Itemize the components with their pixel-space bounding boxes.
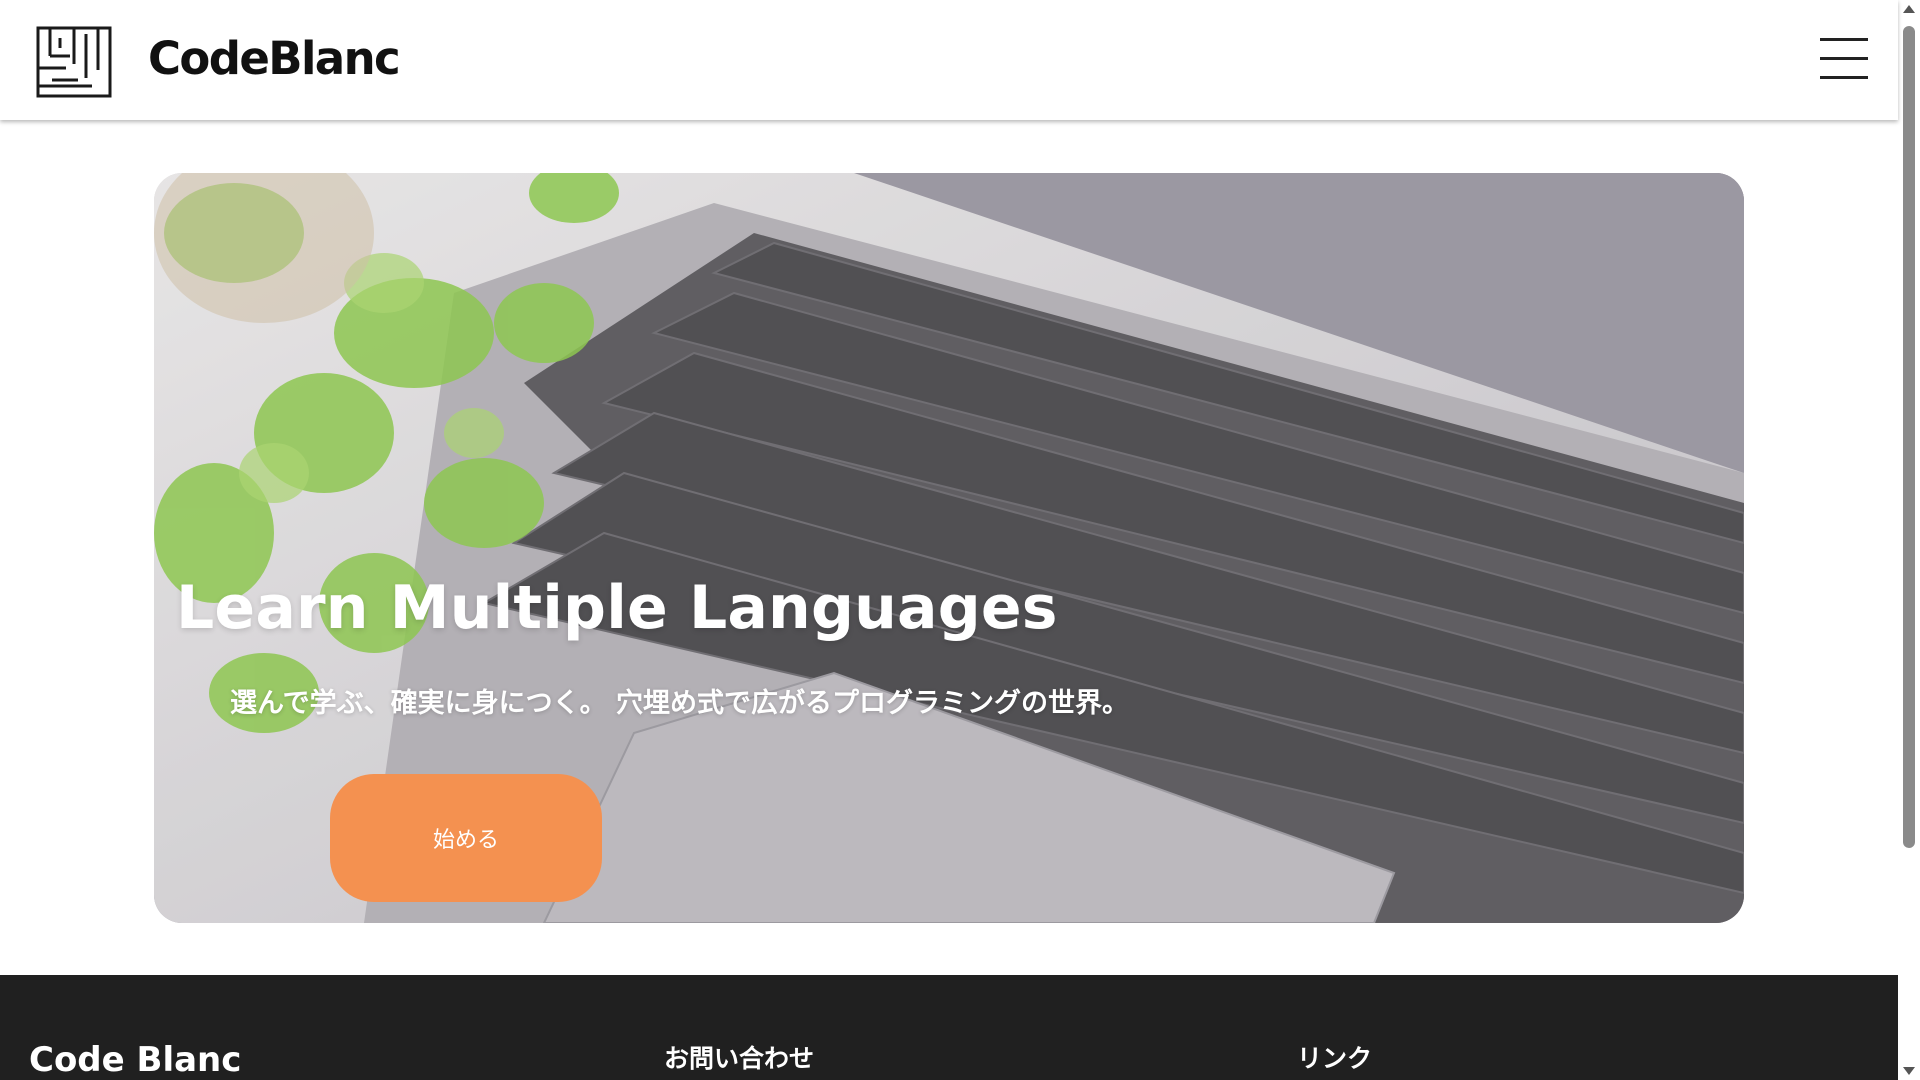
scroll-thumb[interactable]	[1903, 26, 1915, 848]
scroll-down-arrow-icon[interactable]	[1903, 1067, 1915, 1075]
hamburger-line	[1820, 38, 1868, 41]
hero-subtitle: 選んで学ぶ、確実に身につく。 穴埋め式で広がるプログラミングの世界。	[230, 688, 1130, 719]
hero-banner: Learn Multiple Languages 選んで学ぶ、確実に身につく。 …	[154, 173, 1744, 923]
site-footer: Code Blanc お問い合わせ リンク	[0, 975, 1898, 1080]
footer-contact-heading: お問い合わせ	[664, 1044, 815, 1073]
scroll-up-arrow-icon[interactable]	[1903, 5, 1915, 13]
hero-title: Learn Multiple Languages	[176, 573, 1058, 643]
site-header: CodeBlanc	[0, 0, 1898, 120]
hamburger-menu-icon[interactable]	[1820, 38, 1868, 80]
start-button[interactable]: 始める	[330, 774, 602, 902]
footer-links-heading: リンク	[1297, 1044, 1373, 1073]
footer-brand[interactable]: Code Blanc	[29, 1040, 241, 1080]
hamburger-line	[1820, 76, 1868, 79]
page-scrollbar[interactable]	[1898, 0, 1920, 1080]
hamburger-line	[1820, 57, 1868, 60]
page: CodeBlanc Learn Multiple Languages 選んで学ぶ…	[0, 0, 1920, 1080]
brand-name[interactable]: CodeBlanc	[148, 32, 401, 85]
circuit-logo-icon[interactable]	[36, 24, 114, 98]
